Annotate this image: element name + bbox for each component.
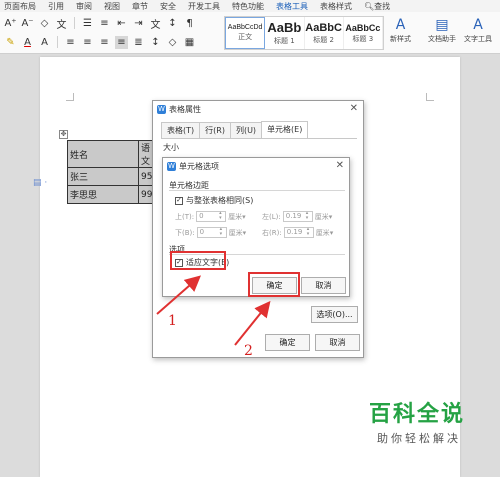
bottom-margin-row: 下(B): 0 厘米▾ [175,227,246,238]
ribbon-toolbar: A⁺ A⁻ ◇ 文 ☰ ≡ ⇤ ⇥ 文 ↕ ¶ ✎ A A ≡ ≡ ≡ ≡ ≣ … [0,12,500,54]
grow-font-icon[interactable]: A⁺ [4,17,17,30]
font-color-icon[interactable]: A [21,36,34,49]
paragraph-mark-icon: ▤ · [33,178,48,188]
ok-button[interactable]: 确定 [265,334,310,351]
ribbon-row-top: A⁺ A⁻ ◇ 文 ☰ ≡ ⇤ ⇥ 文 ↕ ¶ [4,15,196,31]
table-row: 姓名 语文 [67,140,159,168]
page-corner-mark [426,93,434,101]
menu-page-layout[interactable]: 页面布局 [4,1,36,12]
sort-icon[interactable]: ↕ [166,17,179,30]
style-heading-2[interactable]: AaBbC 标题 2 [305,17,344,49]
tab-table[interactable]: 表格(T) [161,122,201,139]
menu-bar: 页面布局 引用 审阅 视图 章节 安全 开发工具 特色功能 表格工具 表格样式 … [0,0,500,12]
search-icon: 🔍︎ [364,1,375,11]
wps-app-icon: W [167,161,176,171]
menu-features[interactable]: 特色功能 [232,1,264,12]
left-margin-row: 左(L): 0.19 厘米▾ [262,211,332,222]
menu-table-style[interactable]: 表格样式 [320,1,352,12]
table-cell[interactable]: 张三 [67,167,139,186]
align-center-icon[interactable]: ≡ [81,36,94,49]
separator [74,17,75,29]
tab-column[interactable]: 列(U) [229,122,263,139]
tab-cell[interactable]: 单元格(E) [261,121,309,138]
tab-row[interactable]: 行(R) [199,122,231,139]
same-as-table-option[interactable]: ✓ 与整张表格相同(S) [175,195,253,206]
align-right-icon[interactable]: ≡ [98,36,111,49]
table-row: 张三 95 [67,167,159,186]
left-margin-input[interactable]: 0.19 [282,211,313,222]
annotation-step-2: 2 [244,343,253,359]
table-row: 李思思 99 [67,185,159,204]
top-bottom-margins: 上(T): 0 厘米▾ [175,211,246,222]
bottom-margin-input[interactable]: 0 [196,227,227,238]
style-normal[interactable]: AaBbCcDd 正文 [225,17,266,49]
right-margin-row: 右(R): 0.19 厘米▾ [262,227,333,238]
dialog-title: 表格属性 [169,104,201,114]
borders-icon[interactable]: ▦ [183,36,196,49]
phonetic-icon[interactable]: 文 [55,17,68,31]
outdent-icon[interactable]: ⇤ [115,17,128,30]
tab-panel-border [161,138,357,139]
ribbon-row-bottom: ✎ A A ≡ ≡ ≡ ≡ ≣ ↕ ◇ ▦ [4,34,196,50]
cancel-button[interactable]: 取消 [301,277,346,294]
shading-icon[interactable]: ◇ [166,36,179,49]
watermark-title: 百科全说 [369,402,466,427]
shrink-font-icon[interactable]: A⁻ [21,17,34,30]
options-button[interactable]: 选项(O)... [311,306,358,323]
align-left-icon[interactable]: ≡ [64,36,77,49]
same-as-table-checkbox[interactable]: ✓ [175,196,183,205]
text-tools-button[interactable]: A 文字工具 [464,16,492,44]
menu-review[interactable]: 审阅 [76,1,92,12]
watermark-logo: 百科全说 助你轻松解决 [369,402,494,446]
text-tools-icon: A [473,17,483,33]
doc-assistant-icon: ▤ [435,17,449,33]
table-cell[interactable]: 姓名 [67,140,139,168]
ok-button-highlight [248,272,300,297]
document-table[interactable]: 姓名 语文 张三 95 李思思 99 [67,140,159,204]
distribute-icon[interactable]: ≣ [132,36,145,49]
close-icon[interactable]: ✕ [350,103,358,114]
close-icon[interactable]: ✕ [336,160,344,171]
size-label: 大小 [163,143,179,152]
page-corner-mark [66,93,74,101]
clear-format-icon[interactable]: ◇ [38,17,51,30]
top-margin-input[interactable]: 0 [196,211,227,222]
show-marks-icon[interactable]: ¶ [183,17,196,30]
group-divider [169,190,345,191]
separator [57,36,58,48]
dialog-titlebar: W 表格属性 [153,101,363,117]
annotation-step-1: 1 [168,313,177,329]
numbered-list-icon[interactable]: ≡ [98,17,111,30]
menu-view[interactable]: 视图 [104,1,120,12]
table-cell[interactable]: 李思思 [67,185,139,204]
menu-section[interactable]: 章节 [132,1,148,12]
wps-app-icon: W [157,104,166,114]
menu-references[interactable]: 引用 [48,1,64,12]
new-style-icon: A [395,17,406,33]
justify-icon[interactable]: ≡ [115,35,128,49]
doc-assistant-button[interactable]: ▤ 文档助手 [428,16,456,44]
menu-developer[interactable]: 开发工具 [188,1,220,12]
style-heading-3[interactable]: AaBbCc 标题 3 [344,17,383,49]
cancel-button[interactable]: 取消 [315,334,360,351]
line-spacing-icon[interactable]: ↕ [149,36,162,49]
bullet-list-icon[interactable]: ☰ [81,17,94,30]
right-margin-input[interactable]: 0.19 [283,227,314,238]
char-shading-icon[interactable]: A [38,36,51,49]
table-move-handle[interactable]: ✥ [59,130,68,139]
dialog-title: 单元格选项 [179,161,219,171]
watermark-subtitle: 助你轻松解决 [377,432,461,445]
style-gallery: AaBbCcDd 正文 AaBb 标题 1 AaBbC 标题 2 AaBbCc … [224,16,384,50]
menu-search[interactable]: 🔍︎查找 [364,1,390,12]
highlight-icon[interactable]: ✎ [4,36,17,49]
dialog-titlebar: W 单元格选项 [163,158,349,174]
indent-icon[interactable]: ⇥ [132,17,145,30]
fit-text-highlight [170,251,226,270]
chinese-layout-icon[interactable]: 文 [149,17,162,31]
new-style-button[interactable]: A 新样式 [390,16,411,44]
menu-table-tools[interactable]: 表格工具 [276,1,308,12]
style-heading-1[interactable]: AaBb 标题 1 [265,17,305,49]
tab-strip: 表格(T) 行(R) 列(U) 单元格(E) [161,121,309,139]
menu-security[interactable]: 安全 [160,1,176,12]
